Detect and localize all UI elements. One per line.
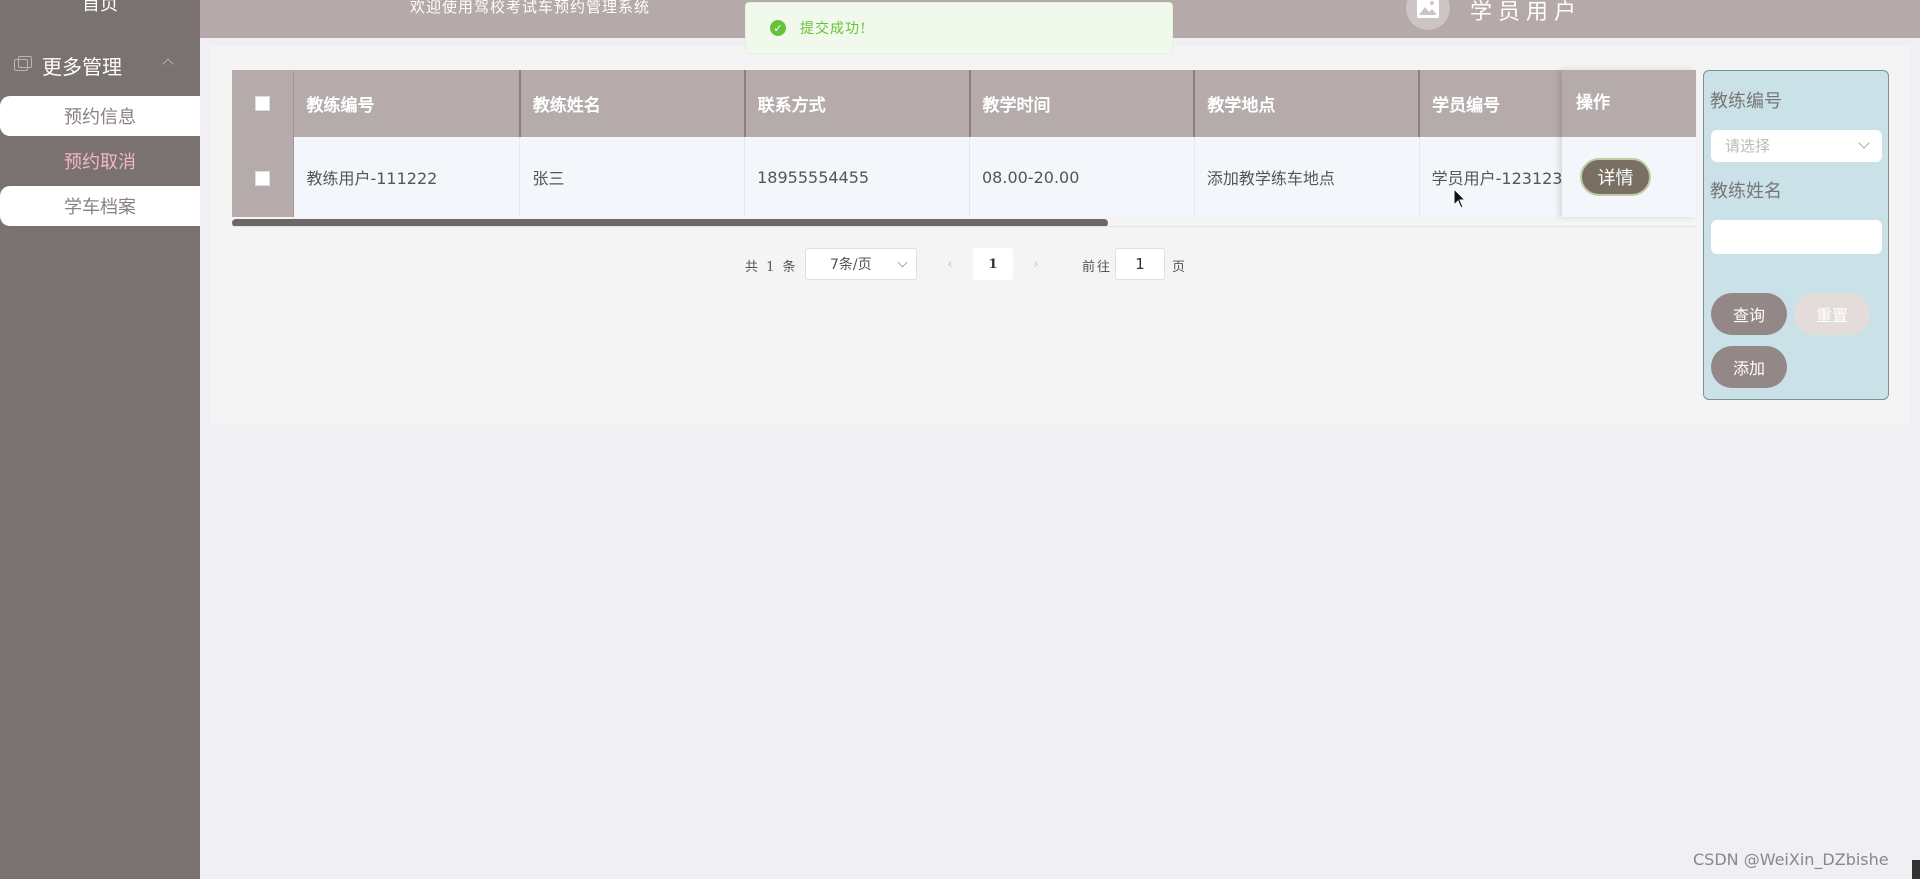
welcome-title: 欢迎使用驾校考试车预约管理系统 <box>410 0 651 16</box>
avatar[interactable] <box>1406 0 1450 30</box>
user-name[interactable]: 学员用户 <box>1470 0 1582 26</box>
cell-phone: 18955554455 <box>744 137 970 217</box>
query-button[interactable]: 查询 <box>1711 293 1787 335</box>
chevron-up-icon <box>162 58 174 70</box>
next-page-button[interactable]: › <box>1016 248 1056 280</box>
cell-teaching-time: 08.00-20.00 <box>969 137 1195 217</box>
mouse-cursor-icon <box>1453 188 1467 209</box>
prev-page-button[interactable]: ‹ <box>930 248 970 280</box>
sidebar-item-appointment-cancel[interactable]: 预约取消 <box>0 141 200 181</box>
table-header-row: 教练编号 教练姓名 联系方式 教学时间 教学地点 学员编号 <box>232 70 1696 137</box>
coach-name-label: 教练姓名 <box>1710 181 1782 202</box>
sidebar-item-appointment-info[interactable]: 预约信息 <box>0 96 200 136</box>
column-header-operations: 操作 <box>1562 70 1696 137</box>
cell-teaching-place: 添加教学练车地点 <box>1194 137 1420 217</box>
row-checkbox[interactable] <box>255 170 271 186</box>
sidebar-item-learning-record[interactable]: 学车档案 <box>0 186 200 226</box>
coach-name-input[interactable] <box>1711 220 1882 254</box>
data-table: 教练编号 教练姓名 联系方式 教学时间 教学地点 学员编号 教练用户-11122… <box>232 70 1696 227</box>
goto-label: 前往 <box>1082 260 1113 275</box>
operations-cell: 详情 <box>1562 137 1696 217</box>
coach-id-placeholder: 请选择 <box>1725 137 1771 155</box>
cell-coach-name: 张三 <box>519 137 746 217</box>
coach-id-label: 教练编号 <box>1710 91 1782 112</box>
corner-marker <box>1912 860 1920 879</box>
watermark: CSDN @WeiXin_DZbishe <box>1693 850 1889 869</box>
column-header-phone: 联系方式 <box>744 70 971 137</box>
success-toast: ✓ 提交成功! <box>745 2 1173 54</box>
chevron-down-icon <box>1858 137 1870 149</box>
sidebar: 首页 更多管理 预约信息 预约取消 学车档案 <box>0 0 200 879</box>
select-all-cell <box>232 70 295 137</box>
copy-icon <box>14 56 32 71</box>
goto-page-input[interactable]: 1 <box>1115 248 1165 280</box>
cell-coach-id: 教练用户-111222 <box>293 137 521 217</box>
add-button[interactable]: 添加 <box>1711 346 1787 388</box>
row-select-cell <box>232 137 295 217</box>
search-panel: 教练编号 请选择 教练姓名 查询 重置 添加 <box>1703 70 1889 400</box>
sidebar-group-more-management[interactable]: 更多管理 <box>14 50 194 80</box>
page-number-current[interactable]: 1 <box>973 248 1013 280</box>
detail-button[interactable]: 详情 <box>1580 158 1651 196</box>
check-circle-icon: ✓ <box>770 20 786 36</box>
divider <box>232 226 1696 227</box>
pagination-total: 共 1 条 <box>745 260 798 275</box>
page-size-value: 7条/页 <box>830 257 872 273</box>
table-row: 教练用户-111222 张三 18955554455 08.00-20.00 添… <box>232 137 1696 217</box>
chevron-down-icon <box>897 257 908 268</box>
column-header-teaching-time: 教学时间 <box>969 70 1196 137</box>
coach-id-select[interactable]: 请选择 <box>1711 130 1882 162</box>
goto-unit: 页 <box>1172 260 1186 275</box>
page-size-select[interactable]: 7条/页 <box>805 248 917 280</box>
sidebar-group-label: 更多管理 <box>42 54 122 79</box>
reset-button[interactable]: 重置 <box>1794 293 1870 335</box>
sidebar-item-home[interactable]: 首页 <box>0 0 200 15</box>
image-icon <box>1417 0 1439 18</box>
column-header-teaching-place: 教学地点 <box>1194 70 1421 137</box>
operations-column: 操作 详情 <box>1562 70 1696 217</box>
select-all-checkbox[interactable] <box>255 96 271 111</box>
column-header-coach-id: 教练编号 <box>293 70 521 137</box>
toast-message: 提交成功! <box>800 21 867 37</box>
column-header-coach-name: 教练姓名 <box>519 70 746 137</box>
